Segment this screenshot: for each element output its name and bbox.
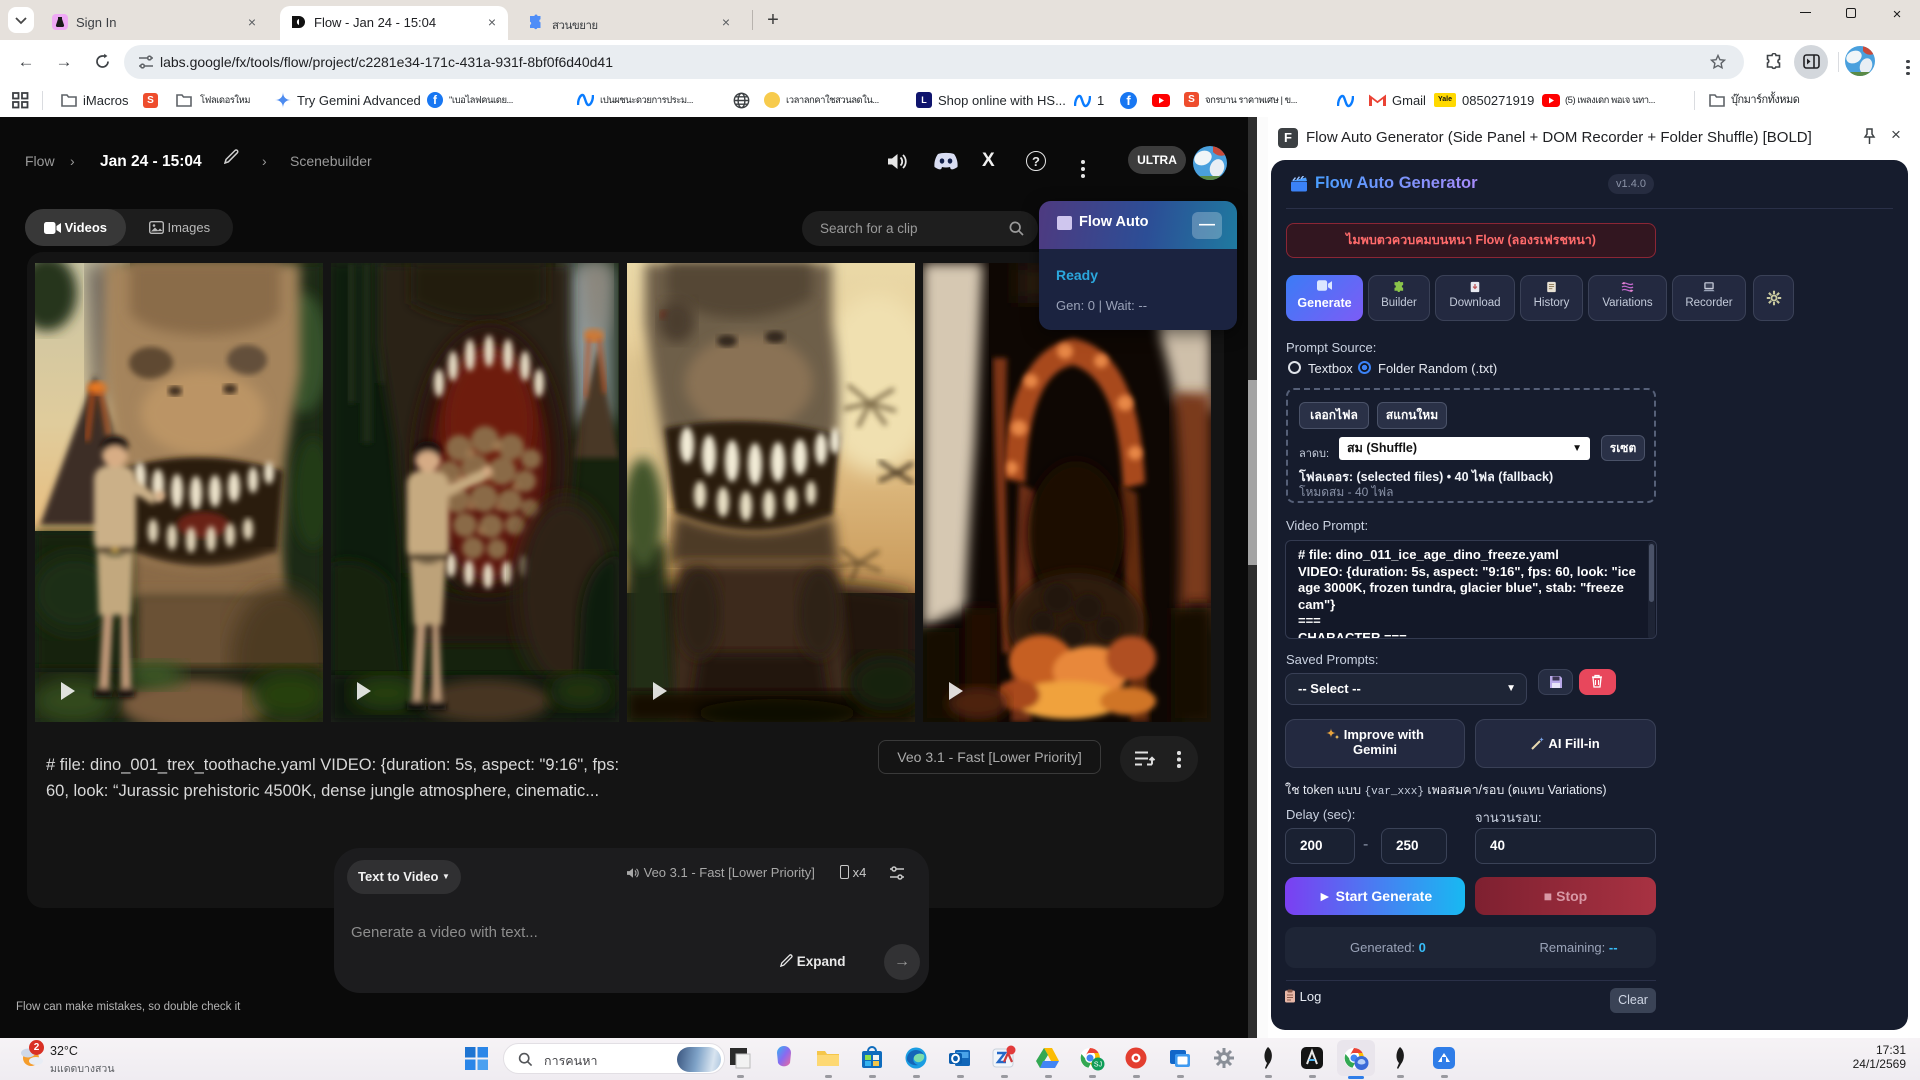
svg-text:SJ: SJ: [1094, 1062, 1102, 1069]
